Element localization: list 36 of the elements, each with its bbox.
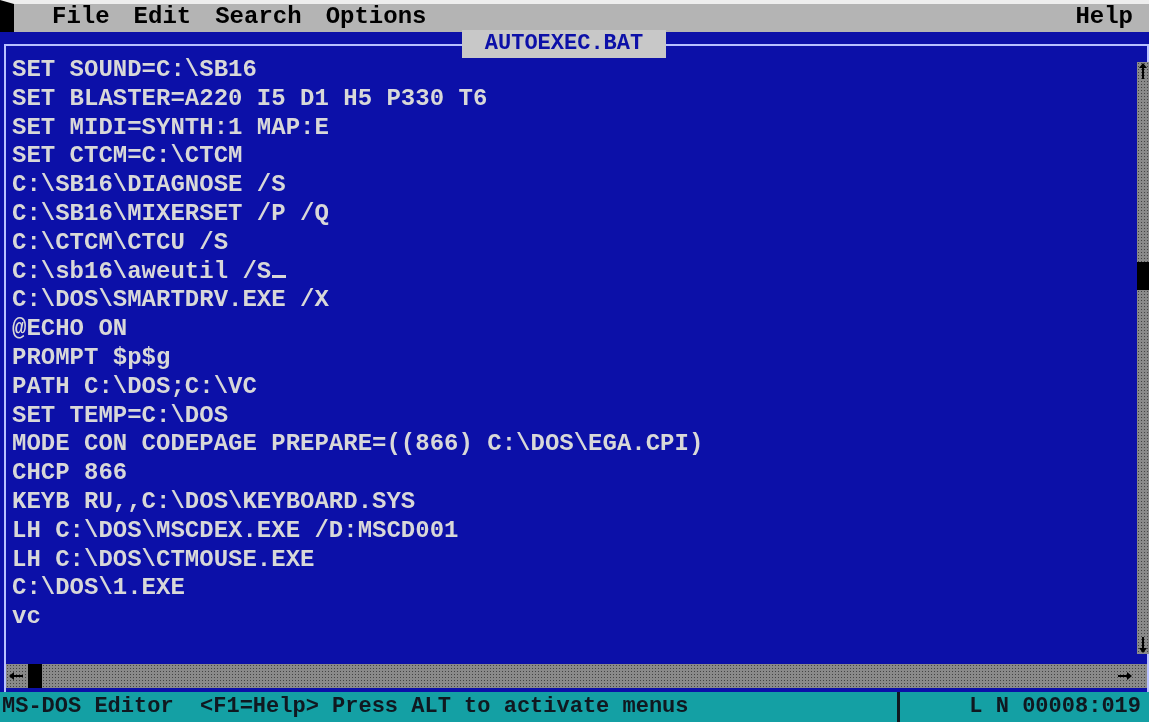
code-line: SET CTCM=C:\CTCM [12, 142, 243, 170]
code-line: SET SOUND=C:\SB16 [12, 56, 257, 83]
down-arrow-icon[interactable] [1138, 636, 1148, 654]
code-line: KEYB RU,,C:\DOS\KEYBOARD.SYS [12, 487, 416, 515]
scroll-thumb[interactable] [1137, 262, 1149, 290]
code-line: LH C:\DOS\MSCDEX.EXE /D:MSCD001 [12, 516, 459, 544]
code-line: C:\sb16\aweutil /S [12, 257, 287, 285]
vertical-scrollbar[interactable] [1137, 62, 1149, 654]
status-message: MS-DOS Editor <F1=Help> Press ALT to activate menus [1, 693, 690, 721]
code-line: C:\DOS\SMARTDRV.EXE /X [12, 286, 329, 314]
code-line: PATH C:\DOS;C:\VC [12, 372, 257, 400]
menu-item[interactable]: Search [215, 4, 302, 32]
right-arrow-icon[interactable] [1117, 671, 1133, 681]
cursor-position: L N 00008:019 [897, 692, 1149, 722]
left-arrow-icon[interactable] [8, 671, 24, 681]
code-line: @ECHO ON [12, 315, 128, 343]
code-line: LH C:\DOS\CTMOUSE.EXE [12, 545, 315, 573]
code-line: SET BLASTER=A220 I5 D1 H5 P330 T6 [12, 84, 488, 112]
code-line: PROMPT $p$g [12, 343, 171, 371]
code-line: SET TEMP=C:\DOS [12, 401, 229, 429]
code-line: vc [12, 603, 41, 631]
up-arrow-icon[interactable] [1138, 62, 1148, 80]
window-title: AUTOEXEC.BAT [462, 30, 666, 58]
code-line: C:\SB16\MIXERSET /P /Q [12, 200, 329, 227]
menu-item[interactable]: Help [1075, 4, 1133, 32]
menu-item[interactable]: Edit [133, 4, 192, 32]
menu-item[interactable]: Options [325, 4, 427, 32]
code-line: C:\SB16\DIAGNOSE /S [12, 171, 286, 199]
scroll-thumb[interactable] [28, 664, 42, 688]
code-line: MODE CON CODEPAGE PREPARE=((866) C:\DOS\EGA.CPI) [12, 430, 704, 458]
code-line: C:\DOS\1.EXE [12, 574, 185, 602]
code-line: SET MIDI=SYNTH:1 MAP:E [12, 113, 329, 141]
menu-item[interactable]: File [52, 4, 110, 32]
horizontal-scrollbar[interactable] [6, 664, 1147, 688]
code-line: C:\CTCM\CTCU /S [12, 228, 229, 256]
code-line: CHCP 866 [12, 459, 128, 487]
